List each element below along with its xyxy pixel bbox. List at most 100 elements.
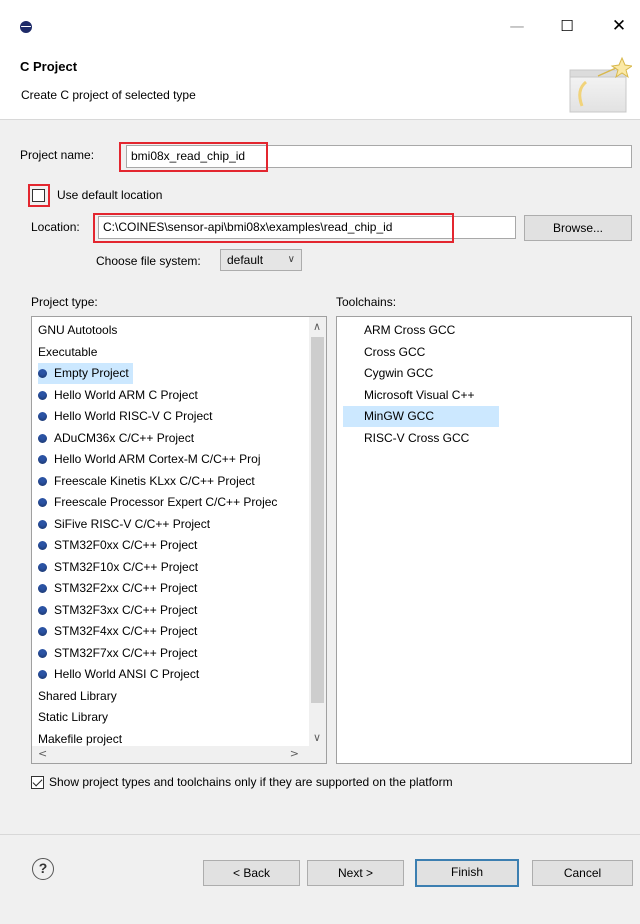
toolchains-heading: Toolchains: bbox=[336, 295, 397, 309]
chevron-down-icon: ∨ bbox=[287, 254, 295, 265]
location-label: Location: bbox=[31, 220, 80, 234]
project-template-icon bbox=[38, 390, 47, 400]
project-type-label: Static Library bbox=[38, 710, 109, 724]
project-type-item[interactable]: Empty Project bbox=[38, 363, 133, 384]
project-type-label: STM32F3xx C/C++ Project bbox=[54, 602, 198, 617]
project-template-icon bbox=[38, 648, 47, 658]
toolchain-item[interactable]: Cross GCC bbox=[343, 342, 435, 363]
project-type-vertical-scrollbar[interactable]: ∧ ∨ bbox=[309, 317, 326, 746]
project-type-horizontal-scrollbar[interactable]: < > bbox=[32, 746, 326, 763]
project-type-item[interactable]: STM32F3xx C/C++ Project bbox=[38, 600, 201, 621]
new-project-wizard-icon bbox=[569, 56, 632, 113]
help-icon[interactable]: ? bbox=[32, 858, 54, 880]
supported-only-checkbox[interactable] bbox=[31, 776, 44, 789]
project-type-item[interactable]: Hello World RISC-V C Project bbox=[38, 406, 216, 427]
project-type-item[interactable]: Hello World ARM Cortex-M C/C++ Proj bbox=[38, 449, 265, 470]
project-template-icon bbox=[38, 605, 47, 615]
project-template-icon bbox=[38, 498, 47, 507]
project-type-label: Freescale Processor Expert C/C++ Projec bbox=[54, 495, 278, 509]
project-template-icon bbox=[38, 433, 47, 443]
toolchain-label: Cross GCC bbox=[364, 344, 426, 359]
project-type-label: SiFive RISC-V C/C++ Project bbox=[54, 516, 211, 531]
location-input[interactable]: C:\COINES\sensor-api\bmi08x\examples\rea… bbox=[98, 216, 516, 239]
project-type-item[interactable]: Hello World ARM C Project bbox=[38, 385, 202, 406]
next-button[interactable]: Next > bbox=[307, 860, 404, 886]
scroll-thumb[interactable] bbox=[311, 337, 324, 703]
supported-only-label: Show project types and toolchains only i… bbox=[49, 775, 453, 789]
toolchains-list[interactable]: ARM Cross GCC Cross GCC Cygwin GCC Microsof… bbox=[336, 316, 632, 764]
title-bar: — ☐ ✕ bbox=[0, 0, 640, 44]
project-type-item[interactable]: Static Library bbox=[38, 707, 112, 728]
project-type-item[interactable]: STM32F7xx C/C++ Project bbox=[38, 643, 201, 664]
project-type-label: Executable bbox=[38, 344, 98, 359]
project-type-list[interactable]: GNU Autotools Executable Empty Project Hell… bbox=[31, 316, 327, 764]
project-type-item[interactable]: STM32F4xx C/C++ Project bbox=[38, 621, 201, 642]
toolchain-item[interactable]: Microsoft Visual C++ bbox=[343, 385, 485, 406]
project-type-label: STM32F4xx C/C++ Project bbox=[54, 624, 198, 638]
project-type-label: Makefile project bbox=[38, 731, 123, 746]
eclipse-app-icon bbox=[20, 21, 32, 33]
project-template-icon bbox=[38, 455, 47, 464]
scroll-up-icon[interactable]: ∧ bbox=[313, 320, 321, 333]
project-type-label: GNU Autotools bbox=[38, 323, 118, 337]
toolchain-label: MinGW GCC bbox=[364, 409, 434, 423]
browse-button[interactable]: Browse... bbox=[524, 215, 632, 241]
maximize-button[interactable]: ☐ bbox=[552, 14, 582, 38]
project-type-item[interactable]: STM32F2xx C/C++ Project bbox=[38, 578, 201, 599]
project-type-item[interactable]: Executable bbox=[38, 342, 101, 363]
toolchain-item[interactable]: Cygwin GCC bbox=[343, 363, 443, 384]
project-name-input[interactable]: bmi08x_read_chip_id bbox=[126, 145, 632, 168]
use-default-location-checkbox[interactable] bbox=[32, 189, 45, 202]
toolchain-label: ARM Cross GCC bbox=[364, 323, 456, 337]
file-system-select[interactable]: default ∨ bbox=[220, 249, 302, 271]
project-type-item[interactable]: Hello World ANSI C Project bbox=[38, 664, 203, 685]
page-title: C Project bbox=[20, 59, 78, 74]
page-description: Create C project of selected type bbox=[21, 88, 196, 102]
toolchain-item[interactable]: ARM Cross GCC bbox=[343, 320, 465, 341]
project-type-item[interactable]: Freescale Processor Expert C/C++ Projec bbox=[38, 492, 281, 513]
project-type-label: Shared Library bbox=[38, 688, 117, 703]
close-button[interactable]: ✕ bbox=[604, 14, 634, 38]
project-type-label: ADuCM36x C/C++ Project bbox=[54, 430, 195, 445]
project-type-item[interactable]: Shared Library bbox=[38, 686, 121, 707]
project-type-item[interactable]: SiFive RISC-V C/C++ Project bbox=[38, 514, 214, 535]
wizard-header: C Project Create C project of selected t… bbox=[0, 44, 640, 120]
project-template-icon bbox=[38, 519, 47, 529]
toolchain-label: Cygwin GCC bbox=[364, 366, 434, 380]
project-template-icon bbox=[38, 412, 47, 421]
toolchain-item[interactable]: RISC-V Cross GCC bbox=[343, 428, 479, 449]
scroll-right-icon[interactable]: > bbox=[290, 747, 299, 760]
project-template-icon bbox=[38, 670, 47, 679]
project-type-label: Empty Project bbox=[54, 366, 129, 380]
toolchain-label: RISC-V Cross GCC bbox=[364, 430, 470, 445]
scroll-left-icon[interactable]: < bbox=[38, 747, 47, 760]
file-system-value: default bbox=[227, 253, 264, 267]
scroll-down-icon[interactable]: ∨ bbox=[313, 731, 321, 744]
project-type-label: STM32F7xx C/C++ Project bbox=[54, 645, 198, 660]
project-template-icon bbox=[38, 541, 47, 550]
project-type-item[interactable]: STM32F0xx C/C++ Project bbox=[38, 535, 201, 556]
toolchain-item[interactable]: MinGW GCC bbox=[343, 406, 499, 427]
cancel-button[interactable]: Cancel bbox=[532, 860, 633, 886]
project-type-label: Hello World ARM C Project bbox=[54, 387, 198, 402]
project-type-label: STM32F0xx C/C++ Project bbox=[54, 538, 198, 552]
project-template-icon bbox=[38, 369, 47, 378]
project-type-label: Hello World ANSI C Project bbox=[54, 667, 200, 681]
use-default-location-label: Use default location bbox=[57, 188, 163, 202]
finish-button[interactable]: Finish bbox=[415, 859, 519, 887]
project-type-item[interactable]: GNU Autotools bbox=[38, 320, 121, 341]
project-template-icon bbox=[38, 627, 47, 636]
project-type-label: Hello World RISC-V C Project bbox=[54, 409, 213, 423]
project-type-item[interactable]: Freescale Kinetis KLxx C/C++ Project bbox=[38, 471, 259, 492]
project-type-label: Freescale Kinetis KLxx C/C++ Project bbox=[54, 473, 255, 488]
back-button[interactable]: < Back bbox=[203, 860, 300, 886]
project-type-item[interactable]: ADuCM36x C/C++ Project bbox=[38, 428, 198, 449]
footer-divider bbox=[0, 834, 640, 835]
project-template-icon bbox=[38, 584, 47, 593]
file-system-label: Choose file system: bbox=[96, 254, 201, 268]
toolchain-label: Microsoft Visual C++ bbox=[364, 387, 475, 402]
project-type-label: STM32F10x C/C++ Project bbox=[54, 559, 199, 574]
project-type-item[interactable]: STM32F10x C/C++ Project bbox=[38, 557, 202, 578]
project-template-icon bbox=[38, 476, 47, 486]
minimize-button[interactable]: — bbox=[502, 14, 532, 38]
